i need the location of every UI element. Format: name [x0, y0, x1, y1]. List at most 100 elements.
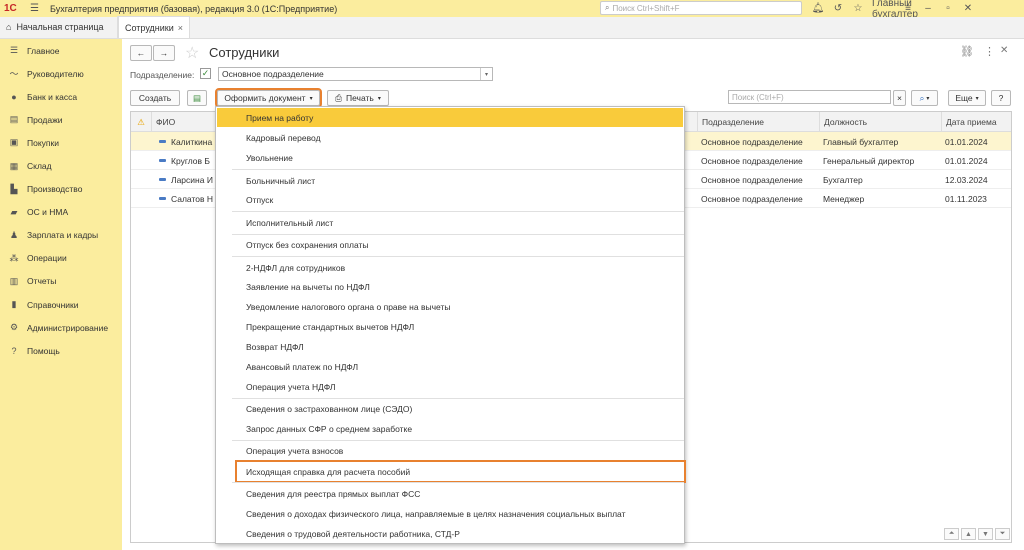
- sidebar-item-production[interactable]: ▙ Производство: [0, 178, 122, 201]
- link-icon[interactable]: ⛓: [960, 45, 974, 58]
- sidebar-item-operations[interactable]: ⁂ Операции: [0, 247, 122, 270]
- menu-item-transfer[interactable]: Кадровый перевод: [217, 128, 683, 147]
- search-button[interactable]: ⌕ ▾: [911, 90, 938, 106]
- column-position[interactable]: Должность: [819, 112, 940, 132]
- page-title: Сотрудники: [209, 45, 280, 60]
- more-vert-icon[interactable]: ⋮: [984, 45, 995, 58]
- menu-item-sfr-request[interactable]: Запрос данных СФР о среднем заработке: [217, 419, 683, 438]
- subdivision-field[interactable]: Основное подразделение ▾: [218, 67, 493, 81]
- menu-item-stop-deductions[interactable]: Прекращение стандартных вычетов НДФЛ: [217, 317, 683, 336]
- create-button[interactable]: Создать: [130, 90, 180, 106]
- menu-item-writ[interactable]: Исполнительный лист: [217, 213, 683, 232]
- chevron-down-icon: ▾: [377, 95, 381, 102]
- menu-item-vacation[interactable]: Отпуск: [217, 190, 683, 209]
- sidebar-item-assets[interactable]: ▰ ОС и НМА: [0, 201, 122, 224]
- print-button[interactable]: ⎙ Печать ▾: [327, 90, 389, 106]
- cell-position: Менеджер: [823, 193, 865, 204]
- sidebar-item-main[interactable]: ☰ Главное: [0, 39, 122, 62]
- cell-division: Основное подразделение: [701, 193, 803, 204]
- cell-hire-date: 12.03.2024: [945, 174, 988, 185]
- sidebar-item-manager[interactable]: 〜 Руководителю: [0, 62, 122, 85]
- search-icon: ⌕: [605, 3, 610, 12]
- menu-item-hire[interactable]: Прием на работу: [217, 108, 683, 127]
- cell-hire-date: 01.01.2024: [945, 136, 988, 147]
- help-button[interactable]: ?: [991, 90, 1011, 106]
- sidebar-item-label: Руководителю: [27, 68, 84, 79]
- sidebar-item-warehouse[interactable]: ▦ Склад: [0, 154, 122, 177]
- prev-page-icon[interactable]: ▲: [961, 528, 976, 540]
- menu-item-unpaid-leave[interactable]: Отпуск без сохранения оплаты: [217, 235, 683, 254]
- cell-position: Бухгалтер: [823, 174, 863, 185]
- tab-close-icon[interactable]: ×: [178, 23, 183, 33]
- sidebar-item-salary[interactable]: ♟ Зарплата и кадры: [0, 224, 122, 247]
- first-page-icon[interactable]: ⏶: [944, 528, 959, 540]
- menu-item-contributions[interactable]: Операция учета взносов: [217, 441, 683, 460]
- warehouse-icon: ▦: [9, 160, 19, 171]
- operations-icon: ⁂: [9, 252, 19, 263]
- bell-icon[interactable]: 🔔︎: [808, 3, 828, 14]
- next-page-icon[interactable]: ▼: [978, 528, 993, 540]
- back-button[interactable]: ←: [130, 45, 152, 61]
- column-hire-date[interactable]: Дата приема: [941, 112, 1011, 132]
- menu-item-sick-leave[interactable]: Больничный лист: [217, 171, 683, 190]
- tab-employees[interactable]: Сотрудники ×: [118, 16, 191, 38]
- menu-item-ndfl-operation[interactable]: Операция учета НДФЛ: [217, 377, 683, 396]
- tab-home[interactable]: ⌂ Начальная страница: [0, 16, 118, 38]
- menu-item-fss-registry[interactable]: Сведения для реестра прямых выплат ФСС: [217, 484, 683, 503]
- sidebar-item-label: Банк и касса: [27, 91, 78, 102]
- column-division[interactable]: Подразделение: [697, 112, 818, 132]
- menu-icon[interactable]: ☰: [30, 3, 44, 14]
- tab-bar: ⌂ Начальная страница Сотрудники ×: [0, 16, 1024, 39]
- more-button-label: Еще: [955, 93, 973, 103]
- sidebar-item-references[interactable]: ▮ Справочники: [0, 293, 122, 316]
- sidebar-item-admin[interactable]: ⚙ Администрирование: [0, 316, 122, 339]
- forward-button[interactable]: →: [153, 45, 175, 61]
- employee-icon: [159, 197, 166, 200]
- create-document-button[interactable]: Оформить документ ▾: [215, 88, 322, 108]
- star-icon[interactable]: ☆: [848, 3, 868, 14]
- dropdown-icon[interactable]: ▾: [480, 68, 492, 80]
- cell-division: Основное подразделение: [701, 155, 803, 166]
- sidebar-item-label: Производство: [27, 184, 83, 195]
- cell-division: Основное подразделение: [701, 174, 803, 185]
- menu-item-tax-notice[interactable]: Уведомление налогового органа о праве на…: [217, 297, 683, 316]
- sidebar-item-label: Операции: [27, 253, 67, 264]
- global-search-input[interactable]: ⌕ Поиск Ctrl+Shift+F: [600, 1, 802, 15]
- list-search-input[interactable]: Поиск (Ctrl+F): [728, 90, 891, 104]
- menu-item-advance-payment[interactable]: Авансовый платеж по НДФЛ: [217, 357, 683, 376]
- menu-item-outgoing-certificate[interactable]: Исходящая справка для расчета пособий: [235, 460, 686, 483]
- clear-search-button[interactable]: ×: [893, 90, 906, 106]
- close-form-icon[interactable]: ✕: [1000, 45, 1008, 56]
- sidebar-item-bank[interactable]: ● Банк и касса: [0, 85, 122, 108]
- copy-button[interactable]: ▤: [187, 90, 207, 106]
- menu-item-dismissal[interactable]: Увольнение: [217, 148, 683, 167]
- employee-icon: [159, 159, 166, 162]
- sidebar-item-reports[interactable]: ▥ Отчеты: [0, 270, 122, 293]
- last-page-icon[interactable]: ⏷: [995, 528, 1010, 540]
- menu-item-income-info[interactable]: Сведения о доходах физического лица, нап…: [217, 504, 683, 523]
- history-icon[interactable]: ↺: [828, 3, 848, 14]
- restore-icon[interactable]: ▫: [938, 3, 958, 14]
- menu-item-std-r[interactable]: Сведения о трудовой деятельности работни…: [217, 524, 683, 543]
- menu-item-ndfl-refund[interactable]: Возврат НДФЛ: [217, 337, 683, 356]
- cell-division: Основное подразделение: [701, 136, 803, 147]
- sidebar-item-purchases[interactable]: ▣ Покупки: [0, 131, 122, 154]
- favorite-star-icon[interactable]: ☆: [185, 43, 199, 63]
- sidebar-item-label: Продажи: [27, 114, 63, 125]
- create-document-label: Оформить документ: [224, 93, 306, 103]
- tab-employees-label: Сотрудники: [125, 22, 174, 33]
- more-menu-icon[interactable]: ≡: [898, 3, 918, 14]
- cell-fio: Калиткина: [171, 136, 213, 147]
- chart-line-icon: 〜: [9, 69, 19, 80]
- menu-item-sedo[interactable]: Сведения о застрахованном лице (СЭДО): [217, 399, 683, 418]
- more-button[interactable]: Еще ▾: [948, 90, 986, 106]
- book-icon: ▮: [11, 299, 17, 310]
- sidebar-item-help[interactable]: ? Помощь: [0, 339, 122, 362]
- close-icon[interactable]: ✕: [958, 3, 978, 14]
- minimize-icon[interactable]: –: [918, 3, 938, 14]
- sidebar-item-sales[interactable]: ▤ Продажи: [0, 108, 122, 131]
- menu-item-deduction-request[interactable]: Заявление на вычеты по НДФЛ: [217, 277, 683, 296]
- subdivision-label: Подразделение:: [130, 70, 195, 80]
- menu-item-2ndfl[interactable]: 2-НДФЛ для сотрудников: [217, 258, 683, 277]
- subdivision-checkbox[interactable]: ✓: [200, 68, 211, 79]
